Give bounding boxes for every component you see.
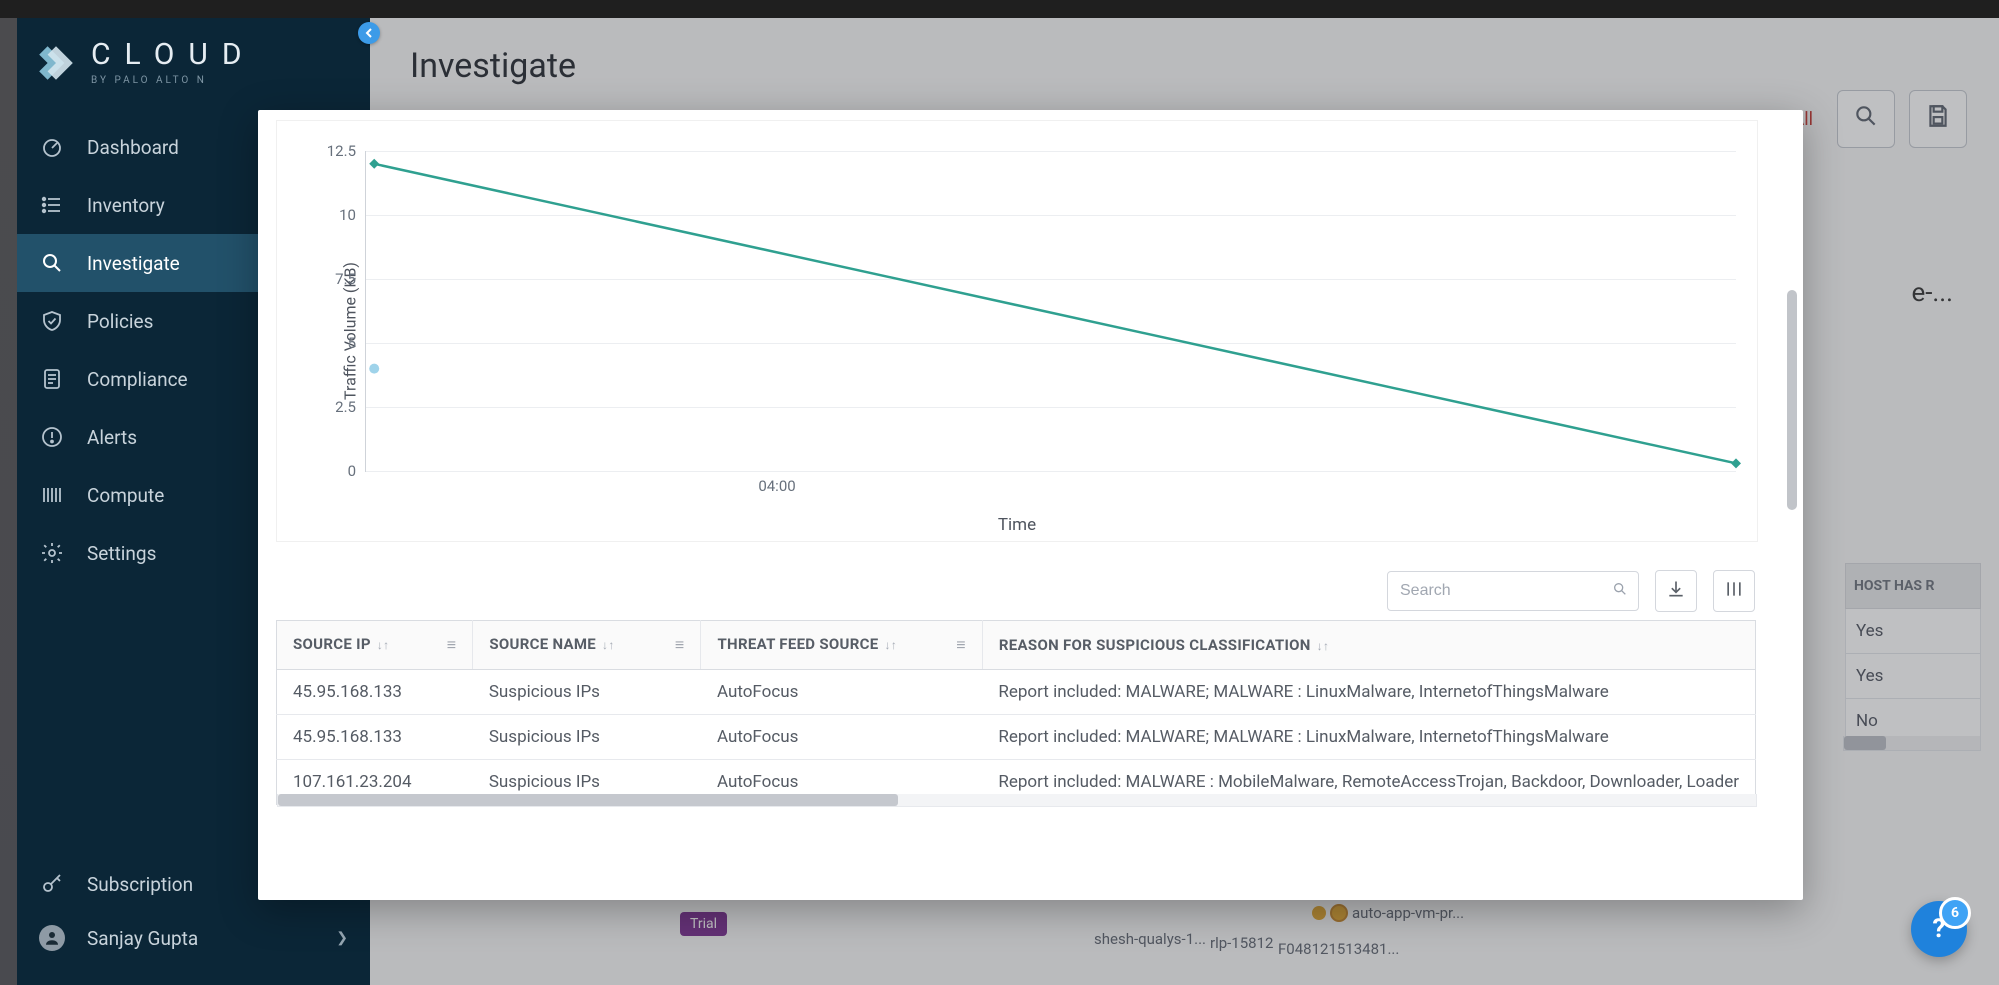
gear-icon — [39, 540, 65, 566]
window-topbar — [0, 0, 1999, 18]
table-hscrollbar[interactable] — [277, 794, 1757, 807]
help-button[interactable]: ? 6 — [1911, 901, 1967, 957]
column-menu-icon[interactable]: ≡ — [447, 635, 457, 655]
bg-col-cell: Yes — [1845, 609, 1981, 654]
table-header-row: SOURCE IP↓↑ ≡ SOURCE NAME↓↑ ≡ THREAT FEE… — [277, 621, 1756, 670]
avatar-icon — [39, 925, 65, 951]
search-icon — [1853, 103, 1879, 135]
download-button[interactable] — [1655, 570, 1697, 612]
help-badge: 6 — [1939, 897, 1971, 929]
sort-icon: ↓↑ — [602, 638, 615, 652]
sidebar-item-label: Alerts — [87, 426, 137, 449]
sort-icon: ↓↑ — [1317, 639, 1330, 653]
col-header-threat-feed[interactable]: THREAT FEED SOURCE↓↑ ≡ — [701, 621, 982, 670]
alert-icon — [39, 424, 65, 450]
bg-fnum-label: F048121513481... — [1278, 940, 1399, 958]
column-menu-icon[interactable]: ≡ — [675, 635, 685, 655]
table-cell: Suspicious IPs — [473, 715, 701, 760]
table-cell: Report included: MALWARE; MALWARE : Linu… — [982, 715, 1755, 760]
sidebar-user[interactable]: Sanjay Gupta ❯ — [17, 911, 370, 965]
columns-button[interactable] — [1713, 570, 1755, 612]
chart-plot-area: 02.557.51012.504:00 — [365, 151, 1736, 472]
chart-ytick: 0 — [348, 462, 356, 480]
table-row[interactable]: 45.95.168.133Suspicious IPsAutoFocusRepo… — [277, 670, 1756, 715]
save-icon — [1925, 103, 1951, 135]
col-header-source-ip[interactable]: SOURCE IP↓↑ ≡ — [277, 621, 473, 670]
download-icon — [1666, 579, 1686, 604]
sidebar-item-label: Dashboard — [87, 136, 179, 159]
chevron-right-icon: ❯ — [336, 930, 348, 946]
list-icon — [39, 192, 65, 218]
traffic-chart: Traffic Volume (KB) 02.557.51012.504:00 … — [276, 120, 1758, 542]
chart-ytick: 5 — [348, 334, 356, 352]
chart-ytick: 7.5 — [335, 270, 356, 288]
shield-check-icon — [39, 308, 65, 334]
brand-logo-icon — [35, 42, 77, 84]
background-truncated-label: e-... — [1911, 278, 1953, 308]
brand-title: CLOUD — [91, 40, 256, 70]
table-cell: Report included: MALWARE; MALWARE : Linu… — [982, 670, 1755, 715]
barcode-icon — [39, 482, 65, 508]
sort-icon: ↓↑ — [377, 638, 390, 652]
chart-ytick: 10 — [339, 206, 356, 224]
sidebar-item-label: Investigate — [87, 252, 180, 275]
sidebar-user-name: Sanjay Gupta — [87, 927, 198, 950]
page-title: Investigate — [410, 46, 576, 86]
table-row[interactable]: 45.95.168.133Suspicious IPsAutoFocusRepo… — [277, 715, 1756, 760]
table-search[interactable] — [1387, 571, 1639, 611]
sort-icon: ↓↑ — [885, 638, 898, 652]
document-icon — [39, 366, 65, 392]
table-cell: Suspicious IPs — [473, 670, 701, 715]
brand-subtitle: BY PALO ALTO N — [91, 76, 256, 86]
search-icon — [1612, 581, 1628, 601]
left-gutter — [0, 18, 17, 985]
chart-xtick: 04:00 — [758, 477, 795, 495]
col-header-source-name[interactable]: SOURCE NAME↓↑ ≡ — [473, 621, 701, 670]
status-dot-icon — [1330, 904, 1348, 922]
bg-auto-app-label: auto-app-vm-pr... — [1352, 904, 1464, 922]
bg-col-header: HOST HAS R — [1845, 563, 1981, 609]
trial-badge: Trial — [680, 912, 727, 936]
search-icon — [39, 250, 65, 276]
header-search-button[interactable] — [1837, 90, 1895, 148]
table-cell: 45.95.168.133 — [277, 715, 473, 760]
table-cell: AutoFocus — [701, 715, 982, 760]
background-column: HOST HAS R Yes Yes No — [1845, 563, 1981, 744]
key-icon — [39, 871, 65, 897]
table-search-input[interactable] — [1398, 581, 1612, 601]
column-menu-icon[interactable]: ≡ — [956, 635, 966, 655]
sidebar-item-label: Compute — [87, 484, 164, 507]
bg-shesh-label: shesh-qualys-1... — [1094, 930, 1206, 948]
sidebar-item-label: Inventory — [87, 194, 165, 217]
sidebar-subscription-label: Subscription — [87, 873, 193, 896]
col-header-reason[interactable]: REASON FOR SUSPICIOUS CLASSIFICATION↓↑ — [982, 621, 1755, 670]
header-save-button[interactable] — [1909, 90, 1967, 148]
table-cell: 45.95.168.133 — [277, 670, 473, 715]
modal-vscrollbar[interactable] — [1787, 290, 1797, 810]
bg-col-cell: Yes — [1845, 654, 1981, 699]
investigate-detail-modal: Traffic Volume (KB) 02.557.51012.504:00 … — [258, 110, 1803, 900]
chart-x-axis-label: Time — [998, 515, 1036, 535]
columns-icon — [1724, 579, 1744, 604]
results-table: SOURCE IP↓↑ ≡ SOURCE NAME↓↑ ≡ THREAT FEE… — [276, 620, 1756, 805]
brand: CLOUD BY PALO ALTO N — [17, 18, 370, 112]
sidebar-item-label: Policies — [87, 310, 153, 333]
table-cell: AutoFocus — [701, 670, 982, 715]
gauge-icon — [39, 134, 65, 160]
background-hscrollbar[interactable] — [1843, 736, 1981, 751]
bg-rlp-label: rlp-15812 — [1210, 934, 1273, 952]
sidebar-item-label: Compliance — [87, 368, 188, 391]
sidebar-item-label: Settings — [87, 542, 156, 565]
chart-ytick: 12.5 — [327, 142, 356, 160]
chart-ytick: 2.5 — [335, 398, 356, 416]
status-dot-icon — [1312, 906, 1326, 920]
sidebar-collapse-toggle[interactable] — [358, 22, 380, 44]
